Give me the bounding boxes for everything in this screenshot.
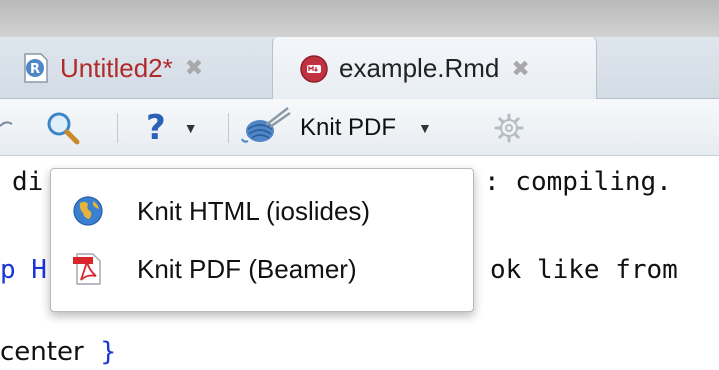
toolbar-separator [117,113,118,143]
knit-button[interactable]: Knit PDF ▼ [240,99,472,156]
knit-label: Knit PDF [300,113,397,141]
tab-label: example.Rmd [339,53,500,83]
knit-yarn-icon [240,105,292,150]
menu-item-label: Knit HTML (ioslides) [137,195,371,226]
close-icon[interactable]: ✖ [511,56,529,82]
menu-item-label: Knit PDF (Beamer) [137,253,357,284]
knit-dropdown-menu: Knit HTML (ioslides) Knit PDF (Beamer) [50,168,474,312]
code-line: di [12,167,44,197]
code-line: center [0,337,84,367]
tab-label: Untitled2* [60,52,173,83]
close-icon[interactable]: ✖ [185,55,203,81]
code-line: : compiling. [484,167,672,197]
globe-icon [71,194,105,228]
menu-item-knit-html[interactable]: Knit HTML (ioslides) [51,183,475,239]
code-line: p H [0,255,47,285]
search-icon[interactable] [46,99,86,156]
rmarkdown-icon [299,54,329,83]
tab-untitled2[interactable]: R Untitled2* ✖ [0,37,270,99]
editor-toolbar: ? ▼ Knit PDF ▼ [0,99,719,156]
help-dropdown[interactable]: ? ▼ [146,99,216,156]
svg-text:R: R [30,62,40,77]
chevron-down-icon: ▼ [183,119,198,136]
pdf-icon [71,252,105,286]
tab-example-rmd[interactable]: example.Rmd ✖ [272,37,597,100]
tab-strip: R Untitled2* ✖ example.Rmd ✖ [0,37,719,100]
r-script-icon: R [22,53,50,83]
partial-toolbar-icon[interactable] [0,99,24,156]
code-line: ok like from [490,255,694,285]
help-icon: ? [146,107,166,148]
gear-icon[interactable] [494,99,534,156]
window-chrome [0,0,719,37]
toolbar-separator [228,113,229,143]
code-brace: } [100,337,117,367]
chevron-down-icon: ▼ [418,119,432,136]
menu-item-knit-pdf[interactable]: Knit PDF (Beamer) [51,241,475,297]
